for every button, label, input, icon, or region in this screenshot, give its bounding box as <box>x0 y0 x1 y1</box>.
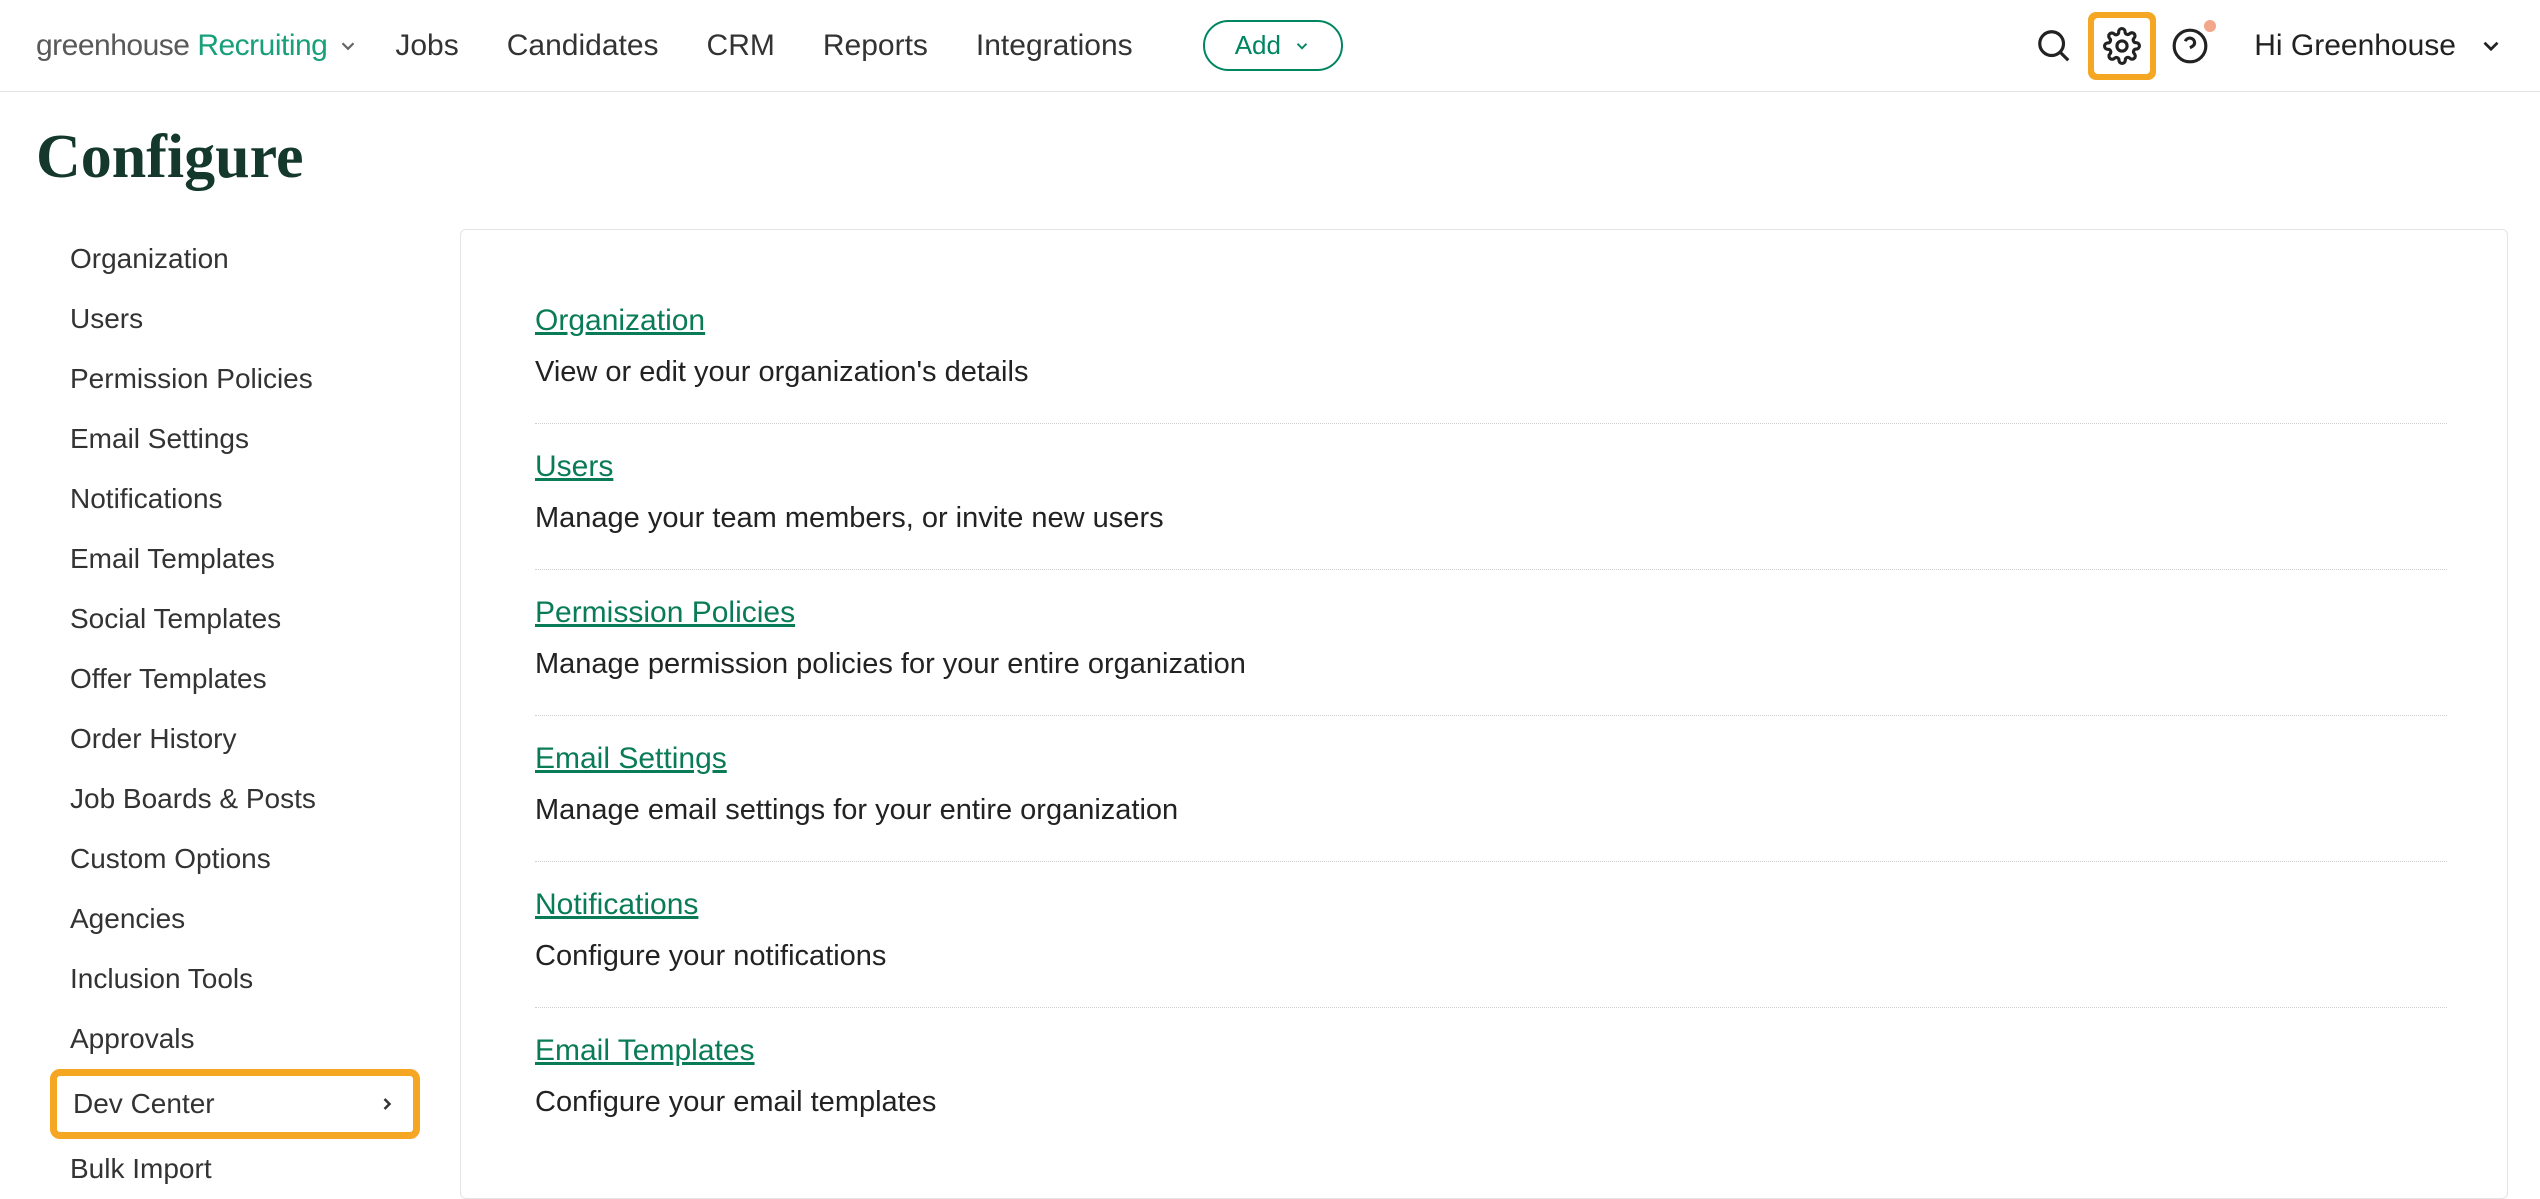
sidebar-item-label: Social Templates <box>70 603 281 635</box>
notification-dot <box>2204 20 2216 32</box>
configure-layout: Organization Users Permission Policies Emai… <box>0 229 2540 1199</box>
config-section: Email Settings Manage email settings for … <box>535 716 2447 862</box>
nav-reports[interactable]: Reports <box>823 29 928 63</box>
top-nav: greenhouse Recruiting Jobs Candidates CR… <box>0 0 2540 92</box>
user-menu[interactable]: Hi Greenhouse <box>2254 29 2504 63</box>
product-switcher[interactable]: greenhouse Recruiting <box>36 29 359 63</box>
gear-icon <box>2103 27 2141 65</box>
sidebar-item-label: Email Settings <box>70 423 249 455</box>
config-section: Users Manage your team members, or invite… <box>535 424 2447 570</box>
primary-nav: Jobs Candidates CRM Reports Integrations <box>395 29 1132 63</box>
section-title-link[interactable]: Notifications <box>535 888 698 922</box>
section-title-link[interactable]: Permission Policies <box>535 596 795 630</box>
sidebar-item-label: Bulk Import <box>70 1153 212 1185</box>
chevron-down-icon <box>1293 37 1311 55</box>
sidebar-item[interactable]: Social Templates <box>50 589 420 649</box>
sidebar-item[interactable]: Bulk Import <box>50 1139 420 1199</box>
sidebar-item[interactable]: Order History <box>50 709 420 769</box>
section-description: Manage email settings for your entire or… <box>535 794 2447 827</box>
chevron-right-icon <box>377 1094 397 1114</box>
sidebar-item[interactable]: Email Templates <box>50 529 420 589</box>
section-title-link[interactable]: Email Settings <box>535 742 727 776</box>
nav-integrations[interactable]: Integrations <box>976 29 1133 63</box>
logo-text: greenhouse Recruiting <box>36 29 327 63</box>
configure-content: Organization View or edit your organizati… <box>460 229 2508 1199</box>
search-button[interactable] <box>2020 12 2088 80</box>
sidebar-item-label: Approvals <box>70 1023 195 1055</box>
sidebar-item[interactable]: Job Boards & Posts <box>50 769 420 829</box>
sidebar-item-label: Offer Templates <box>70 663 267 695</box>
sidebar-item[interactable]: Dev Center <box>57 1076 413 1132</box>
sidebar-item-label: Email Templates <box>70 543 275 575</box>
help-icon <box>2171 27 2209 65</box>
search-icon <box>2035 27 2073 65</box>
page-title: Configure <box>0 92 2540 229</box>
sidebar-item[interactable]: Organization <box>50 229 420 289</box>
sidebar-highlight: Dev Center <box>50 1069 420 1139</box>
chevron-down-icon <box>2478 33 2504 59</box>
section-description: Manage permission policies for your enti… <box>535 648 2447 681</box>
config-section: Permission Policies Manage permission pol… <box>535 570 2447 716</box>
add-button-label: Add <box>1235 30 1281 61</box>
section-description: Configure your notifications <box>535 940 2447 973</box>
sidebar-item-label: Order History <box>70 723 236 755</box>
sidebar-item-label: Permission Policies <box>70 363 313 395</box>
nav-jobs[interactable]: Jobs <box>395 29 458 63</box>
add-button[interactable]: Add <box>1203 20 1343 71</box>
sidebar-item[interactable]: Email Settings <box>50 409 420 469</box>
chevron-down-icon <box>337 35 359 57</box>
section-description: View or edit your organization's details <box>535 356 2447 389</box>
sidebar-item[interactable]: Notifications <box>50 469 420 529</box>
sidebar-item[interactable]: Agencies <box>50 889 420 949</box>
section-description: Manage your team members, or invite new … <box>535 502 2447 535</box>
settings-button[interactable] <box>2088 12 2156 80</box>
sidebar-item[interactable]: Approvals <box>50 1009 420 1069</box>
section-description: Configure your email templates <box>535 1086 2447 1119</box>
nav-crm[interactable]: CRM <box>707 29 775 63</box>
sidebar-item[interactable]: Inclusion Tools <box>50 949 420 1009</box>
config-section: Organization View or edit your organizati… <box>535 278 2447 424</box>
section-title-link[interactable]: Organization <box>535 304 705 338</box>
sidebar-item-label: Users <box>70 303 143 335</box>
section-title-link[interactable]: Users <box>535 450 613 484</box>
sidebar-item-label: Job Boards & Posts <box>70 783 316 815</box>
help-button[interactable] <box>2156 12 2224 80</box>
config-section: Notifications Configure your notification… <box>535 862 2447 1008</box>
nav-candidates[interactable]: Candidates <box>507 29 659 63</box>
sidebar-item-label: Organization <box>70 243 229 275</box>
sidebar-item-label: Dev Center <box>73 1088 215 1120</box>
config-section: Email Templates Configure your email temp… <box>535 1008 2447 1119</box>
sidebar-item-label: Agencies <box>70 903 185 935</box>
sidebar-item[interactable]: Permission Policies <box>50 349 420 409</box>
sidebar-item-label: Notifications <box>70 483 223 515</box>
sidebar-item-label: Inclusion Tools <box>70 963 253 995</box>
sidebar-item[interactable]: Users <box>50 289 420 349</box>
sidebar-item[interactable]: Offer Templates <box>50 649 420 709</box>
section-title-link[interactable]: Email Templates <box>535 1034 755 1068</box>
configure-sidebar: Organization Users Permission Policies Emai… <box>50 229 420 1199</box>
sidebar-item[interactable]: Custom Options <box>50 829 420 889</box>
user-greeting: Hi Greenhouse <box>2254 29 2456 63</box>
sidebar-item-label: Custom Options <box>70 843 271 875</box>
